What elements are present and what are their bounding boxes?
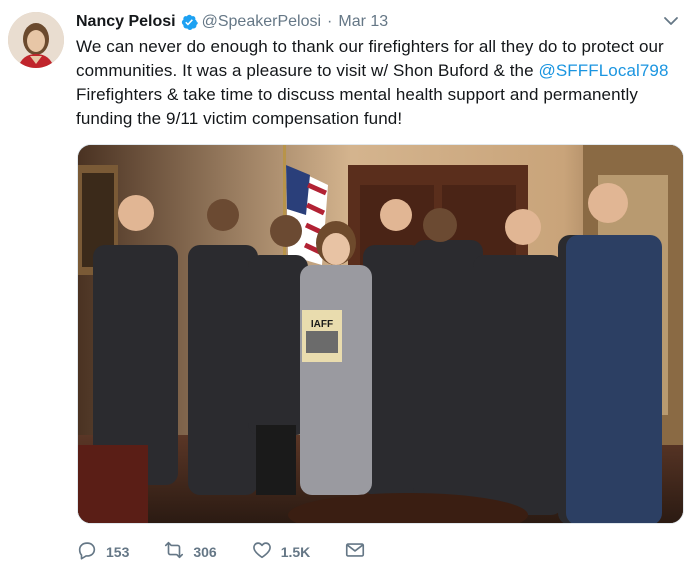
sign-text: IAFF bbox=[311, 319, 333, 330]
tweet-photo[interactable]: IAFF bbox=[77, 144, 684, 524]
reply-icon bbox=[76, 539, 98, 566]
heart-icon bbox=[251, 539, 273, 566]
retweet-icon bbox=[163, 539, 185, 566]
envelope-icon bbox=[344, 539, 366, 566]
tweet-card[interactable]: Nancy Pelosi @SpeakerPelosi · Mar 13 We … bbox=[0, 0, 692, 568]
author-avatar[interactable] bbox=[8, 12, 64, 68]
like-count: 1.5K bbox=[280, 544, 311, 560]
tweet-text: We can never do enough to thank our fire… bbox=[76, 35, 676, 131]
tweet-actions: 153 306 1.5K bbox=[76, 537, 400, 567]
direct-message-button[interactable] bbox=[344, 539, 366, 566]
retweet-button[interactable]: 306 bbox=[163, 539, 217, 566]
mention-link[interactable]: @SFFFLocal798 bbox=[538, 61, 668, 80]
tweet-text-part2: Firefighters & take time to discuss ment… bbox=[76, 85, 638, 128]
chevron-down-icon[interactable] bbox=[662, 12, 680, 30]
separator-dot: · bbox=[327, 13, 333, 30]
author-name[interactable]: Nancy Pelosi bbox=[76, 13, 176, 31]
retweet-count: 306 bbox=[193, 544, 217, 560]
like-button[interactable]: 1.5K bbox=[251, 539, 311, 566]
tweet-header: Nancy Pelosi @SpeakerPelosi · Mar 13 bbox=[76, 11, 388, 33]
reply-count: 153 bbox=[106, 544, 130, 560]
reply-button[interactable]: 153 bbox=[76, 539, 129, 566]
author-handle[interactable]: @SpeakerPelosi bbox=[202, 13, 321, 31]
verified-badge-icon bbox=[180, 13, 198, 31]
tweet-date[interactable]: Mar 13 bbox=[338, 13, 388, 31]
